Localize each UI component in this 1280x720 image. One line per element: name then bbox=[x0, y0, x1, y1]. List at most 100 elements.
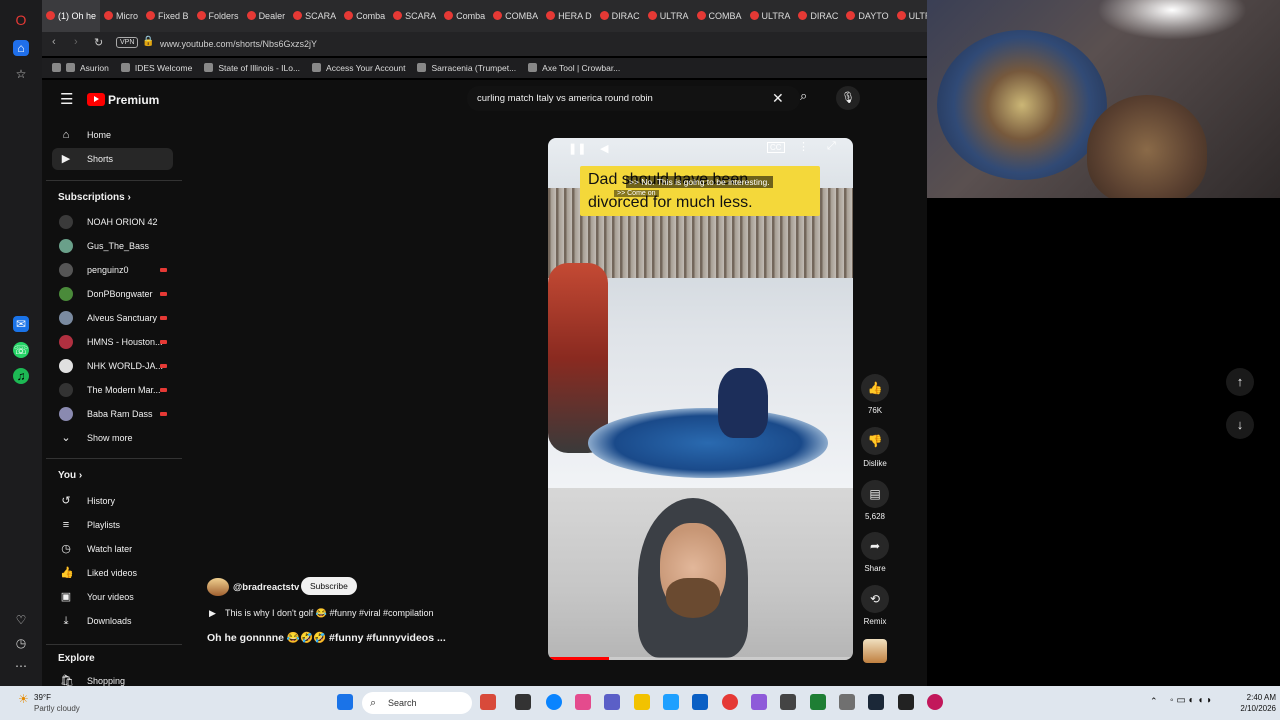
sidebar-item[interactable]: ↺ History bbox=[52, 490, 173, 512]
tab[interactable]: DIRAC bbox=[794, 0, 842, 32]
edge-icon[interactable] bbox=[546, 694, 562, 710]
search-input[interactable]: curling match Italy vs america round rob… bbox=[467, 86, 800, 111]
discord-icon[interactable] bbox=[751, 694, 767, 710]
sidebar-item[interactable]: Gus_The_Bass bbox=[52, 235, 173, 257]
microphone-icon[interactable]: 🎙 bbox=[836, 86, 860, 110]
store-icon[interactable] bbox=[663, 694, 679, 710]
tray-icons[interactable]: ◦ ▭ ◐ ◖ ◗ bbox=[1170, 695, 1212, 706]
messenger-icon[interactable]: ✉ bbox=[13, 316, 29, 332]
taskbar-search[interactable]: ⌕ Search bbox=[362, 692, 472, 714]
channel-name[interactable]: @bradreactstv bbox=[233, 582, 299, 593]
share-action[interactable]: ➦ Share bbox=[861, 532, 889, 573]
copilot-icon[interactable] bbox=[575, 694, 591, 710]
bookmarks-icon[interactable] bbox=[52, 63, 61, 72]
sidebar-item[interactable]: ▣ Your videos bbox=[52, 586, 173, 608]
heart-icon[interactable]: ♡ bbox=[13, 612, 29, 628]
sidebar-item[interactable]: The Modern Mar... bbox=[52, 379, 173, 401]
tab[interactable]: Micro bbox=[100, 0, 142, 32]
forward-icon[interactable]: › bbox=[74, 36, 78, 48]
tab[interactable]: Folders bbox=[193, 0, 243, 32]
history-clock-icon[interactable]: ◷ bbox=[13, 635, 29, 651]
tab[interactable]: SCARA bbox=[389, 0, 440, 32]
spotify-icon[interactable]: ♫ bbox=[13, 368, 29, 384]
remix-action[interactable]: ⟲ Remix bbox=[861, 585, 889, 626]
next-short-button[interactable]: ↓ bbox=[1226, 411, 1254, 439]
outlook-icon[interactable] bbox=[692, 694, 708, 710]
sidebar-item[interactable]: ◷ Watch later bbox=[52, 538, 173, 560]
video-progress-bar[interactable] bbox=[548, 657, 853, 660]
tab[interactable]: Fixed B bbox=[142, 0, 193, 32]
sidebar-item[interactable]: DonPBongwater bbox=[52, 283, 173, 305]
like-action[interactable]: 👍 76K bbox=[861, 374, 889, 415]
sidebar-section-title[interactable]: Explore bbox=[58, 653, 95, 664]
clock-time[interactable]: 2:40 AM bbox=[1236, 693, 1276, 702]
tab[interactable]: Dealer bbox=[243, 0, 290, 32]
start-icon[interactable] bbox=[337, 694, 353, 710]
url-field[interactable]: www.youtube.com/shorts/Nbs6Gxzs2jY bbox=[142, 35, 872, 53]
app-icon-2[interactable] bbox=[927, 694, 943, 710]
sidebar-item[interactable]: ⌂ Home bbox=[52, 124, 173, 146]
remix-icon[interactable]: ⟲ bbox=[861, 585, 889, 613]
dislike-icon[interactable]: 👎 bbox=[861, 427, 889, 455]
sidebar-item[interactable]: ≡ Playlists bbox=[52, 514, 173, 536]
file-explorer-icon[interactable] bbox=[634, 694, 650, 710]
home-icon[interactable]: ⌂ bbox=[13, 40, 29, 56]
sound-title[interactable]: This is why I don't golf 😂 #funny #viral… bbox=[225, 608, 434, 619]
opera-logo-icon[interactable]: O bbox=[13, 12, 29, 28]
tray-overflow-icon[interactable]: ⌃ bbox=[1150, 696, 1158, 707]
taskbar-app-icon[interactable] bbox=[480, 694, 496, 710]
task-view-icon[interactable] bbox=[515, 694, 531, 710]
tab[interactable]: Comba bbox=[340, 0, 389, 32]
sound-thumbnail[interactable] bbox=[863, 639, 887, 663]
tab[interactable]: DIRAC bbox=[596, 0, 644, 32]
sidebar-item[interactable]: NHK WORLD-JA... bbox=[52, 355, 173, 377]
tab[interactable]: (1) Oh he bbox=[42, 0, 101, 32]
bookmark[interactable]: Asurion bbox=[66, 58, 109, 78]
dislike-action[interactable]: 👎 Dislike bbox=[861, 427, 889, 468]
share-icon[interactable]: ➦ bbox=[861, 532, 889, 560]
sidebar-item[interactable]: ⤓ Downloads bbox=[52, 610, 173, 632]
sidebar-item[interactable]: penguinz0 bbox=[52, 259, 173, 281]
pause-icon[interactable]: ❚❚ bbox=[568, 142, 586, 155]
app-icon[interactable] bbox=[780, 694, 796, 710]
teams-icon[interactable] bbox=[604, 694, 620, 710]
tab[interactable]: HERA D bbox=[542, 0, 596, 32]
vpn-badge[interactable]: VPN bbox=[116, 37, 139, 48]
like-icon[interactable]: 👍 bbox=[861, 374, 889, 402]
weather-icon[interactable]: ☀ bbox=[18, 692, 29, 706]
sidebar-item[interactable]: Alveus Sanctuary bbox=[52, 307, 173, 329]
back-icon[interactable]: ‹ bbox=[52, 36, 56, 48]
tab[interactable]: COMBA bbox=[693, 0, 746, 32]
more-options-icon[interactable]: ⋮ bbox=[798, 140, 809, 153]
channel-avatar[interactable] bbox=[207, 578, 229, 596]
sidebar-item[interactable]: Baba Ram Dass bbox=[52, 403, 173, 425]
star-icon[interactable]: ☆ bbox=[13, 66, 29, 82]
bookmark[interactable]: Axe Tool | Crowbar... bbox=[528, 58, 620, 78]
bookmark[interactable]: IDES Welcome bbox=[120, 58, 192, 78]
comment-icon[interactable]: ▤ bbox=[861, 480, 889, 508]
volume-icon[interactable]: ◀ bbox=[600, 142, 608, 155]
clear-search-icon[interactable]: ✕ bbox=[772, 90, 784, 107]
sidebar-item[interactable]: HMNS - Houston... bbox=[52, 331, 173, 353]
tab[interactable]: ULTRA bbox=[644, 0, 693, 32]
steam-icon[interactable] bbox=[868, 694, 884, 710]
tab[interactable]: SCARA bbox=[289, 0, 340, 32]
sidebar-item[interactable]: ⌄ Show more bbox=[52, 427, 173, 449]
reload-icon[interactable]: ↻ bbox=[94, 36, 103, 49]
more-icon[interactable]: ⋯ bbox=[13, 658, 29, 674]
comments-action[interactable]: ▤ 5,628 bbox=[861, 480, 889, 521]
captions-icon[interactable]: CC bbox=[767, 142, 785, 153]
bookmark[interactable]: State of Illinois - ILo... bbox=[204, 58, 300, 78]
previous-short-button[interactable]: ↑ bbox=[1226, 368, 1254, 396]
short-title[interactable]: Oh he gonnnne 😂🤣🤣 #funny #funnyvideos ..… bbox=[207, 631, 446, 644]
fullscreen-icon[interactable]: ⤢ bbox=[827, 140, 836, 153]
tab[interactable]: Comba bbox=[440, 0, 489, 32]
sidebar-item[interactable]: NOAH ORION 42 bbox=[52, 211, 173, 233]
bookmark[interactable]: Access Your Account bbox=[312, 58, 405, 78]
tab[interactable]: COMBA bbox=[489, 0, 542, 32]
opera-icon[interactable] bbox=[722, 694, 738, 710]
obs-icon[interactable] bbox=[898, 694, 914, 710]
tab[interactable]: ULTRA bbox=[746, 0, 795, 32]
subscribe-button[interactable]: Subscribe bbox=[301, 577, 357, 595]
settings-icon[interactable] bbox=[839, 694, 855, 710]
